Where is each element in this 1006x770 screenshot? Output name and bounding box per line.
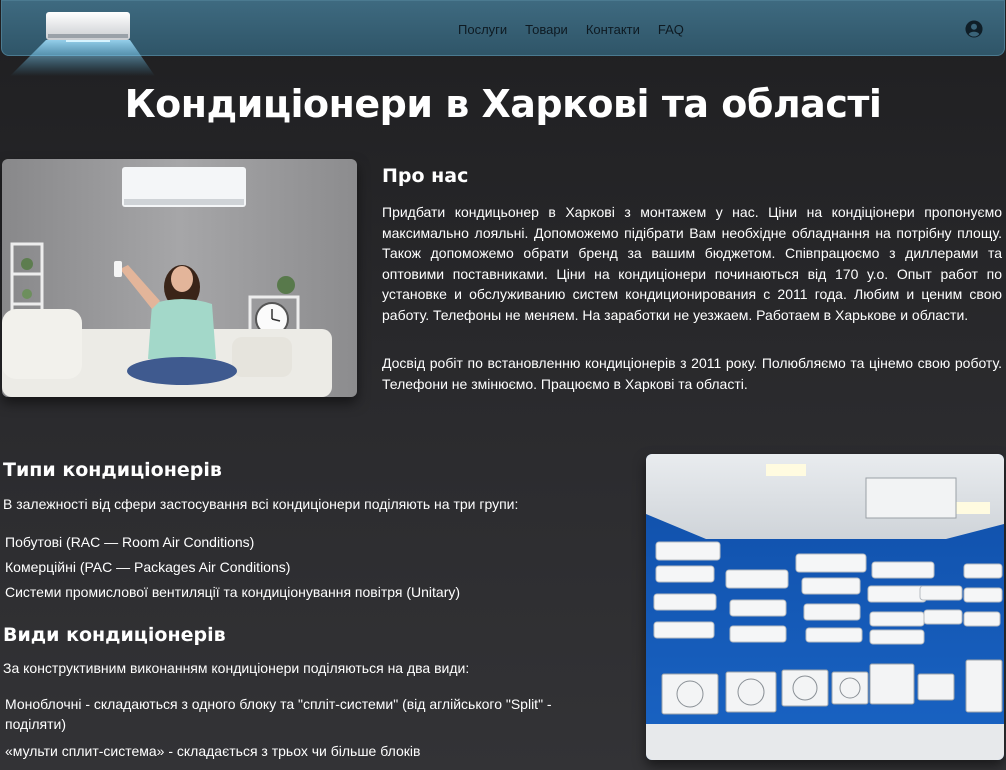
nav-links: Послуги Товари Контакти FAQ [458,22,684,37]
list-item: Побутові (RAC — Room Air Conditions) [5,534,255,550]
kinds-intro: За конструктивним виконанням кондиціонер… [3,660,470,676]
user-circle-icon[interactable] [965,20,983,38]
types-intro: В залежності від сфери застосування всі … [3,496,519,512]
nav-link-contacts[interactable]: Контакти [586,22,640,37]
list-item: Системи промислової вентиляції та кондиц… [5,584,461,600]
about-title: Про нас [382,165,469,187]
nav-link-products[interactable]: Товари [525,22,568,37]
nav-link-faq[interactable]: FAQ [658,22,684,37]
about-paragraph-1: Придбати кондицьонер в Харкові з монтаже… [382,204,1002,323]
types-title: Типи кондиціонерів [3,459,222,481]
types-list: Побутові (RAC — Room Air Conditions) Ком… [5,530,460,605]
list-item: Моноблочні - складаються з одного блоку … [5,696,552,732]
showroom-photo [646,454,1004,760]
about-photo-woman-ac [2,159,357,397]
list-item: «мульти сплит-система» - складається з т… [5,743,421,759]
air-conditioner-logo[interactable] [10,6,155,76]
kinds-list: Моноблочні - складаються з одного блоку … [5,694,615,768]
page-title: Кондиціонери в Харкові та області [124,82,882,126]
list-item: Комерційні (PAC — Packages Air Condition… [5,559,291,575]
about-paragraph-2: Досвід робіт по встановленню кондиціонер… [382,355,1002,392]
nav-link-services[interactable]: Послуги [458,22,507,37]
kinds-title: Види кондиціонерів [3,624,226,646]
